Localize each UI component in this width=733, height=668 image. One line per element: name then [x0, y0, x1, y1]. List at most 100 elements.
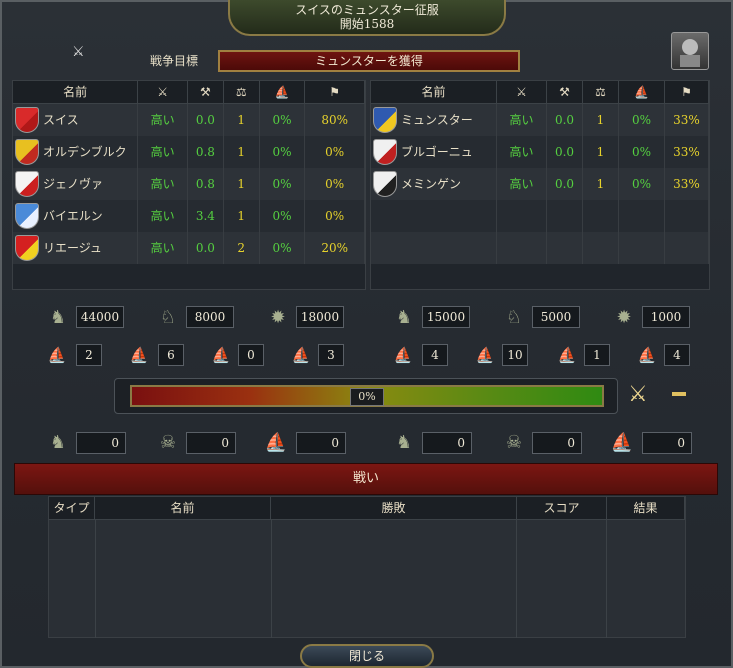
attacker-light-ships: 6	[158, 344, 184, 366]
empty-row	[371, 200, 709, 232]
defender-infantry: 15000	[422, 306, 470, 328]
defender-cavalry: 5000	[532, 306, 580, 328]
stat-cell-v3: 0%	[260, 104, 306, 136]
country-cell: リエージュ	[13, 232, 139, 264]
table-row[interactable]: バイエルン 高い 3.4 1 0% 0%	[13, 200, 365, 232]
stat-cell-v4: 80%	[305, 104, 365, 136]
stat-cell-v3: 0%	[619, 104, 665, 136]
stat-cell-attitude: 高い	[497, 168, 547, 200]
attackers-table: 名前 ⚔ ⚒ ⚖ ⛵ ⚑ スイス 高い 0.0 1 0% 80% オルデンブルク 高い 0.8 1…	[12, 80, 366, 290]
table-row[interactable]: リエージュ 高い 0.0 2 0% 20%	[13, 232, 365, 264]
country-name: ミュンスター	[401, 113, 473, 127]
table-row[interactable]: スイス 高い 0.0 1 0% 80%	[13, 104, 365, 136]
axes-icon: ⚒	[188, 81, 224, 103]
infantry-loss-icon: ♞	[395, 431, 413, 453]
stat-cell-attitude: 高い	[138, 168, 188, 200]
empty-cell	[497, 200, 547, 232]
col-battle-name-header: 名前	[95, 497, 271, 519]
country-flag-icon	[15, 171, 39, 197]
country-flag-icon	[373, 107, 397, 133]
stat-cell-attitude: 高い	[138, 104, 188, 136]
country-cell: オルデンブルク	[13, 136, 139, 168]
war-title-name: スイスのミュンスター征服	[295, 3, 439, 17]
country-flag-icon	[15, 235, 39, 261]
stat-cell-v4: 33%	[665, 168, 709, 200]
attacker-heavy-ships: 2	[76, 344, 102, 366]
war-title: スイスのミュンスター征服 開始1588	[228, 0, 506, 36]
stat-cell-v2: 1	[224, 168, 260, 200]
attacker-transports: 3	[318, 344, 344, 366]
table-row[interactable]: オルデンブルク 高い 0.8 1 0% 0%	[13, 136, 365, 168]
table-row[interactable]: メミンゲン 高い 0.0 1 0% 33%	[371, 168, 709, 200]
country-name: ジェノヴァ	[43, 177, 104, 191]
table-row[interactable]: ブルゴーニュ 高い 0.0 1 0% 33%	[371, 136, 709, 168]
stat-cell-v2: 1	[583, 104, 619, 136]
country-flag-icon	[15, 203, 39, 229]
country-cell: スイス	[13, 104, 139, 136]
empty-cell	[665, 200, 709, 232]
ships-icon: ⛵	[260, 81, 306, 103]
attrition-icon: ☠	[159, 431, 177, 453]
empty-cell	[371, 200, 497, 232]
country-cell: ジェノヴァ	[13, 168, 139, 200]
table-row[interactable]: ミュンスター 高い 0.0 1 0% 33%	[371, 104, 709, 136]
crossed-swords-icon: ⚔	[72, 44, 85, 60]
empty-cell	[547, 232, 583, 264]
attacker-galleys: 0	[238, 344, 264, 366]
country-name: リエージュ	[43, 241, 102, 255]
transport-icon: ⛵	[291, 346, 311, 364]
empty-cell	[371, 232, 497, 264]
flag-icon: ⚑	[665, 81, 709, 103]
infantry-icon: ♞	[395, 306, 413, 328]
country-cell: ミュンスター	[371, 104, 497, 136]
galley-icon: ⛵	[211, 346, 231, 364]
artillery-icon: ✹	[616, 306, 632, 328]
empty-cell	[497, 232, 547, 264]
stat-cell-v2: 1	[224, 104, 260, 136]
table-row[interactable]: ジェノヴァ 高い 0.8 1 0% 0%	[13, 168, 365, 200]
war-goal-value[interactable]: ミュンスターを獲得	[218, 50, 520, 72]
country-name: バイエルン	[43, 209, 103, 223]
galley-icon: ⛵	[557, 346, 577, 364]
stat-cell-v1: 0.0	[188, 104, 224, 136]
stat-cell-v4: 0%	[305, 136, 365, 168]
country-cell: バイエルン	[13, 200, 139, 232]
attrition-icon: ☠	[505, 431, 523, 453]
stat-cell-attitude: 高い	[138, 232, 188, 264]
defender-light-ships: 10	[502, 344, 528, 366]
close-button[interactable]: 閉じる	[300, 644, 434, 668]
country-flag-icon	[15, 107, 39, 133]
light-ship-icon: ⛵	[129, 346, 149, 364]
stat-cell-v3: 0%	[260, 232, 306, 264]
heavy-ship-icon: ⛵	[393, 346, 413, 364]
stat-cell-v4: 0%	[305, 200, 365, 232]
portrait-button[interactable]	[671, 32, 709, 70]
stat-cell-v4: 33%	[665, 104, 709, 136]
stat-cell-v1: 3.4	[188, 200, 224, 232]
attacker-artillery: 18000	[296, 306, 344, 328]
stat-cell-v1: 0.8	[188, 136, 224, 168]
defender-heavy-ships: 4	[422, 344, 448, 366]
infantry-icon: ♞	[49, 306, 67, 328]
stat-cell-v2: 1	[583, 168, 619, 200]
attacker-cavalry: 8000	[186, 306, 234, 328]
defender-transports: 4	[664, 344, 690, 366]
war-goal-label: 戦争目標	[150, 54, 199, 68]
stat-cell-attitude: 高い	[138, 200, 188, 232]
country-name: スイス	[43, 113, 79, 127]
stat-cell-v4: 20%	[305, 232, 365, 264]
country-cell: ブルゴーニュ	[371, 136, 497, 168]
defender-artillery: 1000	[642, 306, 690, 328]
minus-icon[interactable]	[672, 392, 686, 396]
attacker-naval-losses: 0	[296, 432, 346, 454]
flag-icon: ⚑	[305, 81, 365, 103]
battles-table: タイプ 名前 勝敗 スコア 結果	[48, 496, 686, 638]
crossed-swords-icon: ⚔	[628, 382, 648, 407]
col-type-header: タイプ	[49, 497, 95, 519]
defender-attrition-losses: 0	[532, 432, 582, 454]
country-name: オルデンブルク	[43, 145, 127, 159]
attacker-infantry: 44000	[76, 306, 124, 328]
cavalry-icon: ♘	[505, 306, 523, 328]
col-outcome-header: 勝敗	[271, 497, 517, 519]
naval-loss-icon: ⛵	[264, 431, 288, 453]
